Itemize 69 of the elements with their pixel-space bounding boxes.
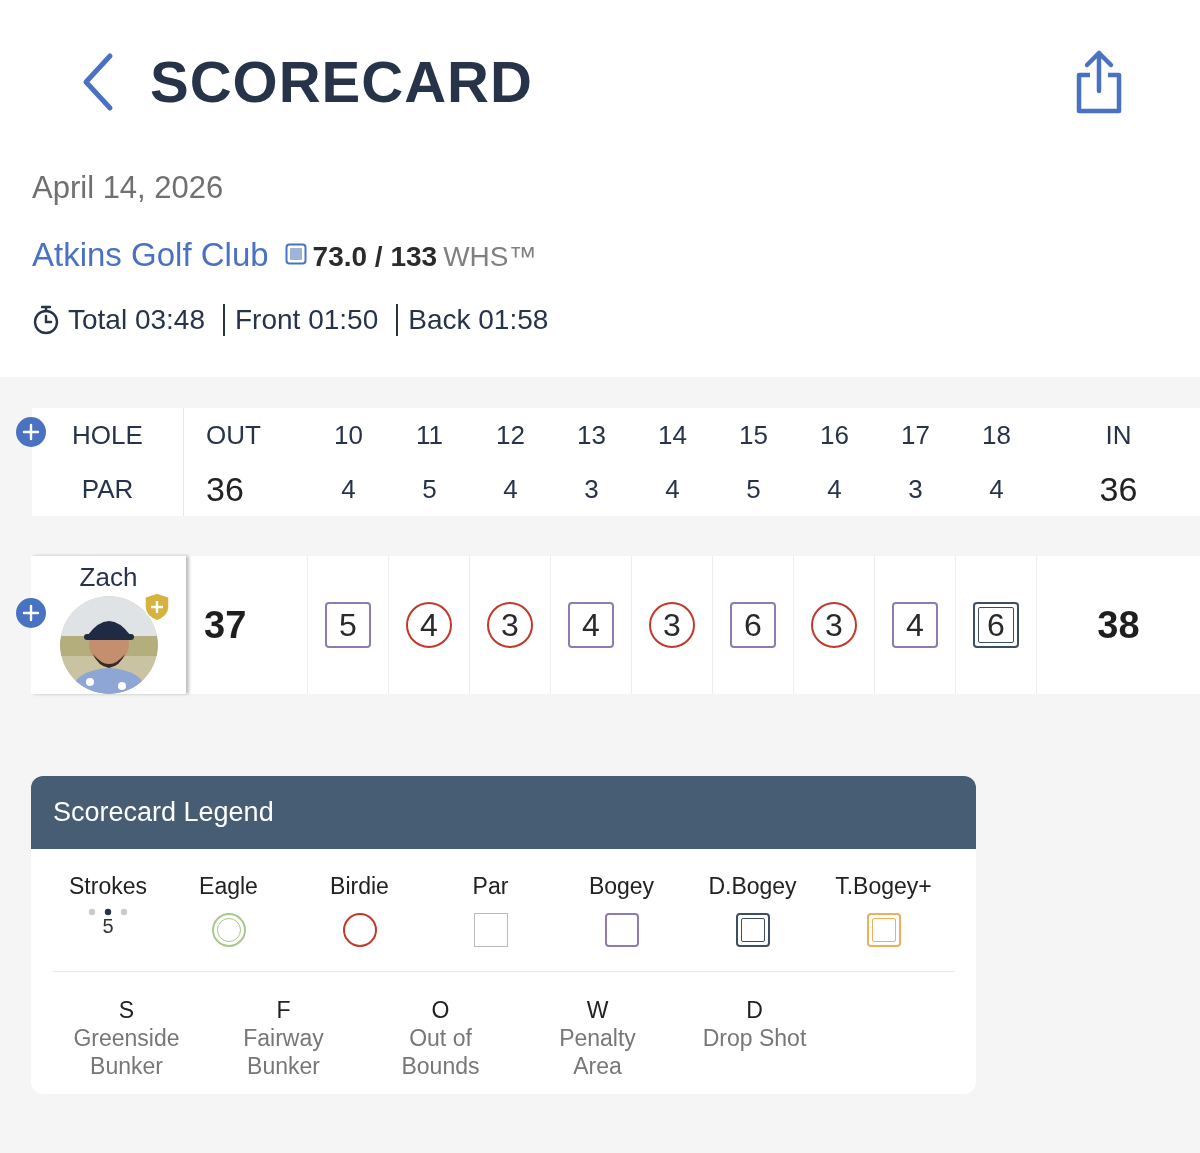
tee-icon — [284, 243, 307, 266]
hole-par: 4 — [989, 472, 1004, 506]
code-meaning: Penalty Area — [558, 1023, 637, 1080]
out-score: 37 — [204, 602, 247, 648]
hole-number: 16 — [820, 418, 849, 452]
in-total: IN — [1105, 418, 1132, 452]
code-letter: O — [431, 995, 450, 1024]
row-label: PAR — [81, 472, 134, 506]
stopwatch-icon — [32, 305, 60, 335]
hole-par: 3 — [908, 472, 923, 506]
hole-number: 14 — [658, 418, 687, 452]
code-meaning: Out of Bounds — [400, 1023, 481, 1080]
legend-label: Par — [472, 872, 509, 901]
hole-score: 3 — [649, 602, 695, 648]
hole-score: 4 — [892, 602, 938, 648]
course-link[interactable]: Atkins Golf Club — [32, 229, 269, 279]
hole-score: 3 — [487, 602, 533, 648]
player-name: Zach — [79, 562, 138, 592]
legend-label: Eagle — [199, 872, 258, 901]
hole-par: 4 — [341, 472, 356, 506]
course-rating: 73.0 / 133 — [312, 239, 438, 274]
hole-number: 17 — [901, 418, 930, 452]
round-date: April 14, 2026 — [32, 169, 225, 207]
hole-number: 13 — [577, 418, 606, 452]
out-total: OUT — [206, 418, 261, 452]
hole-score: 3 — [811, 602, 857, 648]
legend-label: T.Bogey+ — [835, 872, 932, 901]
code-meaning: Fairway Bunker — [242, 1023, 325, 1080]
hole-number: 12 — [496, 418, 525, 452]
shield-icon — [143, 592, 170, 622]
add-icon[interactable] — [15, 597, 47, 629]
strokes-example: 5 — [102, 915, 114, 936]
hole-par: 4 — [827, 472, 842, 506]
time-split: Front 01:50 — [235, 303, 379, 337]
dots-icon — [88, 907, 128, 916]
hole-par: 5 — [746, 472, 761, 506]
hole-number: 11 — [416, 418, 443, 452]
in-total: 36 — [1099, 468, 1138, 510]
hole-score: 5 — [325, 602, 371, 648]
page-title: SCORECARD — [150, 48, 533, 116]
hole-score: 6 — [730, 602, 776, 648]
legend-label: Strokes — [69, 872, 147, 901]
code-letter: D — [746, 995, 763, 1024]
hole-number: 10 — [334, 418, 363, 452]
add-icon[interactable] — [15, 416, 47, 448]
code-meaning: Greenside Bunker — [72, 1023, 181, 1080]
code-meaning: Drop Shot — [701, 1023, 808, 1052]
legend-label: Bogey — [588, 872, 655, 901]
out-total: 36 — [206, 468, 244, 510]
hole-par: 3 — [584, 472, 599, 506]
legend-label: D.Bogey — [708, 872, 797, 901]
rating-system: WHS™ — [443, 239, 537, 274]
hole-par: 5 — [422, 472, 437, 506]
row-label: HOLE — [72, 418, 143, 452]
code-letter: F — [276, 995, 291, 1024]
code-letter: W — [586, 995, 609, 1024]
hole-number: 18 — [982, 418, 1011, 452]
hole-score: 4 — [568, 602, 614, 648]
legend-label: Birdie — [330, 872, 389, 901]
time-split: Total 03:48 — [68, 303, 205, 337]
hole-number: 15 — [739, 418, 768, 452]
time-split: Back 01:58 — [408, 303, 549, 337]
legend-title: Scorecard Legend — [53, 796, 274, 830]
hole-score: 6 — [973, 602, 1019, 648]
hole-score: 4 — [406, 602, 452, 648]
hole-par: 4 — [503, 472, 518, 506]
in-score: 38 — [1097, 602, 1140, 648]
hole-par: 4 — [665, 472, 680, 506]
code-letter: S — [118, 995, 135, 1024]
